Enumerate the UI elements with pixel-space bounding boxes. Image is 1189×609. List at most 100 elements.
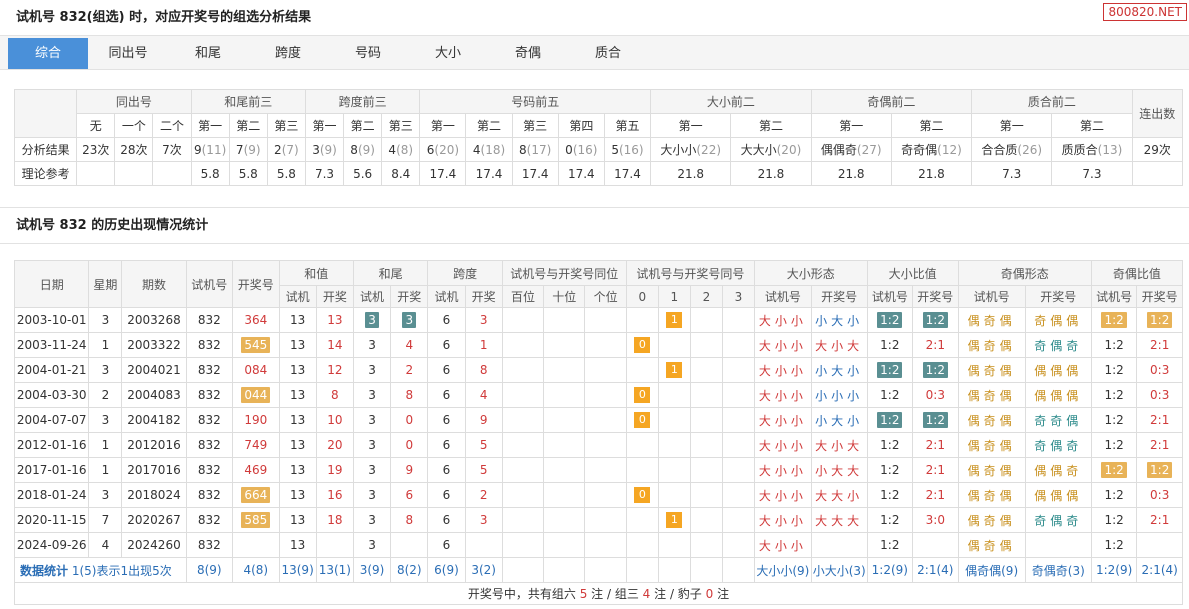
site-logo[interactable]: 800820.NET [1103,3,1187,21]
tab-0[interactable]: 综合 [8,38,88,69]
weekday-cell: 1 [88,332,123,358]
page-title: 试机号 832(组选) 时，对应开奖号的组选分析结果 [0,0,1189,36]
span-draw-cell: 2 [464,482,503,508]
big-small-ratio-draw-cell: 0:3 [912,382,959,408]
stats-cell: 6(9) [427,557,466,583]
odd-even-ratio-test-cell: 1:2 [1090,357,1138,383]
history-row: 2004-07-07 3 2004182 832 190 13 10 3 0 6 9 0 大小小 小大小 1… [13,407,1183,433]
column-header: 试机号 [185,260,234,308]
row-label: 分析结果 [13,137,78,162]
odd-even-test-cell: 偶奇偶 [957,457,1026,483]
tail-test: 3 [368,413,376,427]
result-count: (16) [572,142,598,157]
sub-header: 一个 [114,113,154,138]
same-count-marker: 0 [634,387,651,403]
same-number-cell [689,432,723,458]
date-cell: 2004-07-07 [13,407,90,433]
weekday-cell: 1 [88,432,123,458]
history-row: 2004-01-21 3 2004021 832 084 13 12 3 2 6 8 1 大小小 小大小 1… [13,357,1183,383]
odd-even-draw-cell: 偶偶偶 [1024,482,1092,508]
big-small-draw: 大大小 [815,488,864,503]
tab-6[interactable]: 奇偶 [488,38,568,69]
odd-even-test-cell: 偶奇偶 [957,482,1026,508]
summary-cell: 开奖号中，共有组六 5 注 / 组三 4 注 / 豹子 0 注 [14,582,1183,605]
same-number-cell: 1 [657,307,691,333]
test-number-cell: 832 [185,432,234,458]
odd-even-ratio-test-cell: 1:2 [1090,332,1138,358]
same-position-cell [501,382,545,408]
odd-even-test-cell: 偶奇偶 [957,507,1026,533]
sub-header: 第二 [730,113,812,138]
ratio-draw: 0:3 [1150,488,1170,502]
result-cell: 29次 [1131,137,1184,162]
sum-test-cell: 13 [278,357,317,383]
ratio-test: 1:2 [1104,413,1124,427]
tail-draw-cell: 3 [390,307,429,333]
tab-bar: 综合 同出号 和尾 跨度 号码 大小 奇偶 质合 [0,36,1189,70]
result-count: (22) [696,143,722,157]
tab-1[interactable]: 同出号 [88,38,168,69]
odd-even-draw-cell: 奇偶偶 [1024,307,1092,333]
result-count: (27) [856,143,882,157]
same-position-cell [501,407,545,433]
result-value: 奇奇偶 [901,143,938,157]
ratio-draw: 0:3 [925,388,945,402]
result-value: 0 [565,142,573,157]
sub-header: 2 [689,285,723,308]
history-row: 2024-09-26 4 2024260 832 13 3 6 大小小 1:2 偶奇偶 1:2 [13,532,1183,558]
tab-2[interactable]: 和尾 [168,38,248,69]
result-count: (12) [937,143,962,157]
tail-test: 3 [368,388,376,402]
summary-text: 注 / 组三 [587,587,643,601]
span-draw-cell: 4 [464,382,503,408]
same-position-cell [543,307,586,333]
big-small-draw: 大大大 [815,513,864,528]
reference-cell: 7.3 [304,161,345,186]
same-count-marker: 0 [634,412,651,428]
tab-7[interactable]: 质合 [568,38,648,69]
same-position-cell [584,382,627,408]
weekday-cell: 4 [88,532,123,558]
big-small-test-cell: 大小小 [753,432,812,458]
same-number-cell [689,482,723,508]
big-small-test-cell: 大小小 [753,407,812,433]
tab-4[interactable]: 号码 [328,38,408,69]
odd-even-draw-cell: 奇偶奇 [1024,432,1092,458]
tab-3[interactable]: 跨度 [248,38,328,69]
tail-draw-cell [390,532,429,558]
same-position-cell [543,407,586,433]
tail-test-cell: 3 [352,532,392,558]
tail-test: 3 [368,538,376,552]
tail-draw: 8 [405,513,414,527]
stats-cell [657,557,691,583]
sub-header: 试机号 [753,285,812,308]
result-count: (9) [319,142,337,157]
same-position-cell [501,307,545,333]
big-small-test-cell: 大小小 [753,482,812,508]
draw-number-cell: 044 [232,382,280,408]
result-cell: 2(7) [266,137,306,162]
tab-5[interactable]: 大小 [408,38,488,69]
same-number-cell [625,532,659,558]
ratio-test: 1:2 [880,488,900,502]
tail-test-cell: 3 [352,332,392,358]
odd-even-test-cell: 偶奇偶 [957,532,1026,558]
draw-number: 044 [241,387,271,403]
draw-number-cell [232,532,280,558]
same-number-cell [689,507,723,533]
same-position-cell [543,432,586,458]
span-draw-cell: 5 [464,457,503,483]
ratio-test: 1:2 [1101,312,1127,328]
same-number-cell [657,532,691,558]
ratio-draw: 0:3 [1150,363,1170,377]
result-value: 9 [193,142,202,157]
sub-header: 第一 [419,113,467,138]
odd-even-ratio-test-cell: 1:2 [1090,307,1138,333]
sub-header: 0 [625,285,659,308]
sub-header: 第一 [971,113,1053,138]
tail-draw: 0 [405,413,414,427]
reference-cell: 17.4 [557,161,605,186]
result-value: 质质合 [1061,143,1098,157]
sum-test-cell: 13 [278,457,317,483]
same-position-cell [584,457,627,483]
